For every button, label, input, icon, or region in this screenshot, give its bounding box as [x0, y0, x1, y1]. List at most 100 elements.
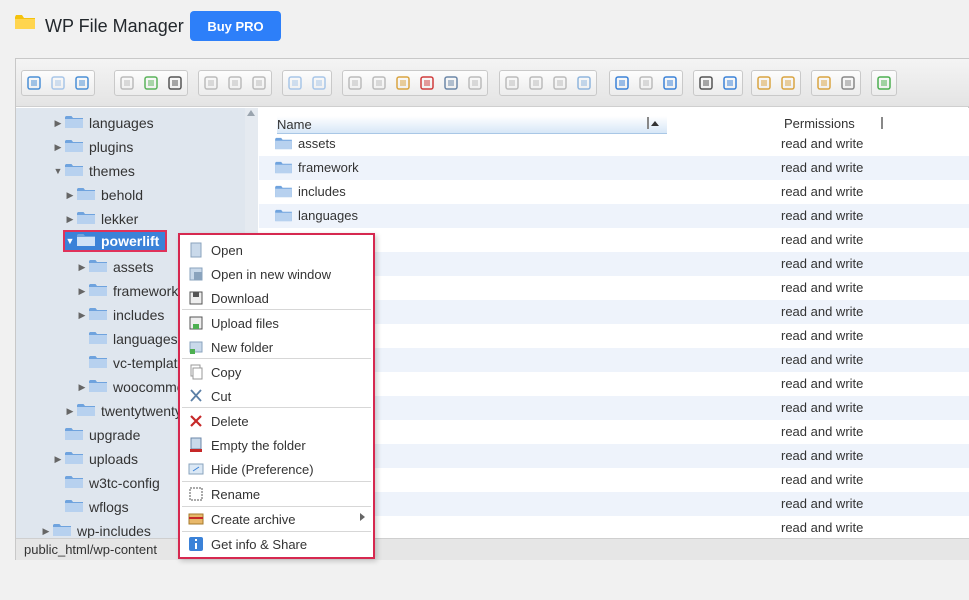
context-menu-item[interactable]: New folder: [180, 335, 373, 359]
context-menu-item[interactable]: Open: [180, 238, 373, 262]
context-menu-label: Get info & Share: [211, 536, 308, 552]
select-icon[interactable]: [247, 71, 271, 95]
context-menu-item[interactable]: Cut: [180, 384, 373, 408]
caret-right-icon[interactable]: ▶: [77, 286, 87, 297]
caret-right-icon[interactable]: ▶: [41, 526, 51, 537]
view-icons-icon[interactable]: [610, 71, 634, 95]
info-icon[interactable]: [718, 71, 742, 95]
tree-item[interactable]: w3tc-config: [53, 472, 160, 494]
file-row[interactable]: framework read and write: [259, 156, 969, 180]
tree-item[interactable]: ▶ languages: [53, 112, 154, 134]
column-resize-handle[interactable]: [881, 117, 883, 129]
cut-icon: [188, 388, 204, 404]
reload-icon[interactable]: [115, 71, 139, 95]
extract-icon[interactable]: [752, 71, 776, 95]
list-view-icon[interactable]: [812, 71, 836, 95]
empty-icon[interactable]: [439, 71, 463, 95]
save-icon[interactable]: [163, 71, 187, 95]
tree-item[interactable]: ▶ includes: [77, 304, 165, 326]
new-file-icon[interactable]: [139, 71, 163, 95]
buy-pro-button[interactable]: Buy PRO: [190, 11, 281, 41]
tree-item[interactable]: ▶ uploads: [53, 448, 139, 470]
context-menu-label: New folder: [211, 339, 274, 355]
caret-right-icon[interactable]: ▶: [53, 454, 63, 465]
context-menu-item[interactable]: Rename: [180, 482, 373, 506]
context-menu-item[interactable]: Open in new window: [180, 262, 373, 286]
file-permissions: read and write: [781, 136, 864, 151]
context-menu-item[interactable]: Download: [180, 286, 373, 310]
caret-right-icon[interactable]: ▶: [53, 118, 63, 129]
copy-icon[interactable]: [343, 71, 367, 95]
tree-item[interactable]: wflogs: [53, 496, 129, 518]
file-row[interactable]: assets read and write: [259, 132, 969, 156]
tree-item[interactable]: vc-templates: [77, 352, 192, 374]
context-menu-item[interactable]: Hide (Preference): [180, 457, 373, 481]
caret-right-icon[interactable]: ▶: [53, 142, 63, 153]
context-menu-item[interactable]: Empty the folder: [180, 433, 373, 457]
rename-icon[interactable]: [524, 71, 548, 95]
view-tiles-icon[interactable]: [658, 71, 682, 95]
scroll-up-icon[interactable]: [247, 110, 255, 116]
tree-item[interactable]: ▼ themes: [53, 160, 135, 182]
tree-item-label: framework: [113, 283, 179, 299]
open-icon[interactable]: [199, 71, 223, 95]
folder-icon: [77, 187, 95, 204]
paste-icon[interactable]: [391, 71, 415, 95]
archive-icon[interactable]: [776, 71, 800, 95]
resize-icon[interactable]: [572, 71, 596, 95]
file-row[interactable]: languages read and write: [259, 204, 969, 228]
tree-item[interactable]: ▶ lekker: [65, 208, 139, 230]
tree-item-label: wp-includes: [77, 523, 151, 538]
context-menu-item[interactable]: Create archive: [180, 507, 373, 531]
tree-item-label: twentytwenty: [101, 403, 182, 419]
duplicate-icon[interactable]: [500, 71, 524, 95]
tree-item[interactable]: upgrade: [53, 424, 140, 446]
sort-icon[interactable]: [836, 71, 860, 95]
tree-item[interactable]: ▶ plugins: [53, 136, 134, 158]
delete-icon[interactable]: [415, 71, 439, 95]
view-grid-icon[interactable]: [634, 71, 658, 95]
cut-icon[interactable]: [367, 71, 391, 95]
tree-item[interactable]: ▶ wp-includes: [41, 520, 151, 538]
tree-item[interactable]: ▶ assets: [77, 256, 154, 278]
caret-right-icon[interactable]: ▶: [77, 382, 87, 393]
undo-icon[interactable]: [283, 71, 307, 95]
save-all-icon[interactable]: [223, 71, 247, 95]
fullscreen-icon[interactable]: [872, 71, 896, 95]
caret-right-icon[interactable]: ▶: [65, 190, 75, 201]
context-menu-item[interactable]: Upload files: [180, 311, 373, 335]
folder-icon: [65, 163, 83, 180]
folder-icon: [89, 379, 107, 396]
caret-right-icon[interactable]: ▶: [77, 262, 87, 273]
caret-down-icon[interactable]: ▼: [53, 166, 63, 176]
tree-item[interactable]: languages: [77, 328, 178, 350]
toolbar-group: [342, 70, 488, 96]
context-menu-item[interactable]: Copy: [180, 360, 373, 384]
folder-icon: [89, 355, 107, 372]
tree-item[interactable]: ▶ behold: [65, 184, 144, 206]
tree-item-selected[interactable]: ▼ powerlift: [63, 230, 168, 252]
preview-icon[interactable]: [694, 71, 718, 95]
column-resize-handle[interactable]: [647, 117, 649, 129]
tree-item[interactable]: ▶ framework: [77, 280, 179, 302]
caret-down-icon[interactable]: ▼: [65, 236, 75, 246]
folder-icon: [89, 259, 107, 276]
hide-icon[interactable]: [463, 71, 487, 95]
open-icon: [188, 242, 204, 258]
up-icon[interactable]: [70, 71, 94, 95]
redo-icon[interactable]: [307, 71, 331, 95]
context-menu-item[interactable]: Get info & Share: [180, 532, 373, 556]
file-row[interactable]: includes read and write: [259, 180, 969, 204]
toolbar-group: [609, 70, 683, 96]
forward-icon[interactable]: [46, 71, 70, 95]
toolbar-group: [198, 70, 272, 96]
context-menu-item[interactable]: Delete: [180, 409, 373, 433]
tree-item[interactable]: ▶ twentytwenty: [65, 400, 182, 422]
caret-right-icon[interactable]: ▶: [65, 406, 75, 417]
permissions-column-header[interactable]: Permissions: [784, 116, 855, 131]
back-icon[interactable]: [22, 71, 46, 95]
tree-item-label: lekker: [101, 211, 139, 227]
edit-icon[interactable]: [548, 71, 572, 95]
caret-right-icon[interactable]: ▶: [65, 214, 75, 225]
caret-right-icon[interactable]: ▶: [77, 310, 87, 321]
